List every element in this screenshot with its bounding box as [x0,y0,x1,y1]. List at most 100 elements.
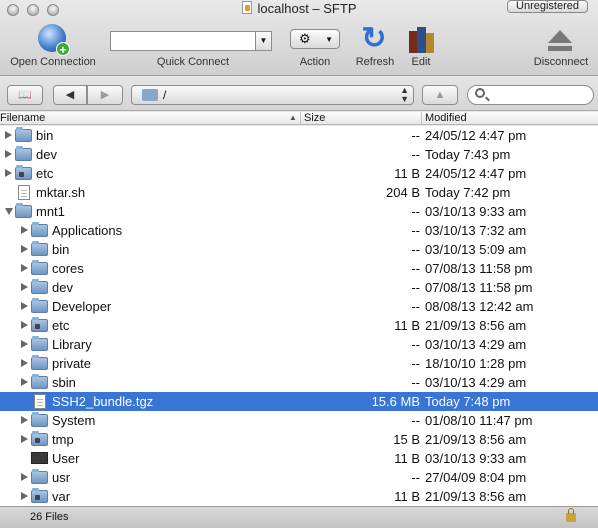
file-modified: 21/09/13 8:56 am [425,489,527,504]
file-size: -- [411,356,420,371]
file-name: usr [52,470,71,485]
list-item[interactable]: tmp 15 B 21/09/13 8:56 am [0,430,598,449]
file-name: bin [36,128,54,143]
folder-icon [31,336,48,351]
open-connection-button[interactable]: + Open Connection [0,0,106,76]
file-name: tmp [52,432,74,447]
eject-icon [548,30,572,54]
disclosure-closed-icon[interactable] [21,473,28,481]
list-item[interactable]: dev -- Today 7:43 pm [0,145,598,164]
folder-icon [31,374,48,389]
alias-folder-icon [31,488,48,503]
folder-icon [15,127,32,142]
file-size: -- [411,337,420,352]
file-icon [18,185,30,200]
disclosure-closed-icon[interactable] [21,302,28,310]
quick-connect-input[interactable] [110,31,256,51]
file-size: -- [411,223,420,238]
list-item[interactable]: mnt1 -- 03/10/13 9:33 am [0,202,598,221]
gear-icon: ⚙ [299,31,311,46]
list-item[interactable]: cores -- 07/08/13 11:58 pm [0,259,598,278]
file-name: dev [36,147,57,162]
folder-icon [31,222,48,237]
disclosure-closed-icon[interactable] [5,131,12,139]
disclosure-closed-icon[interactable] [5,150,12,158]
disclosure-closed-icon[interactable] [21,378,28,386]
file-name: var [52,489,71,504]
column-header: Filename ▲ Size Modified [0,112,598,125]
column-divider[interactable] [421,112,422,125]
file-modified: 24/05/12 4:47 pm [425,166,527,181]
lock-icon [566,508,576,522]
list-item[interactable]: bin -- 03/10/13 5:09 am [0,240,598,259]
file-name: SSH2_bundle.tgz [52,394,154,409]
file-size: -- [411,470,420,485]
list-item[interactable]: Library -- 03/10/13 4:29 am [0,335,598,354]
edit-button[interactable]: Edit [402,0,440,76]
action-menu-button[interactable]: ⚙ ▼ [290,29,340,49]
book-icon: 📖 [18,89,32,101]
disclosure-closed-icon[interactable] [21,245,28,253]
disclosure-closed-icon[interactable] [21,435,28,443]
list-item[interactable]: Developer -- 08/08/13 12:42 am [0,297,598,316]
disclosure-closed-icon[interactable] [21,264,28,272]
parent-folder-button[interactable]: ▲ [422,85,458,105]
file-count: 26 Files [30,511,69,523]
disconnect-button[interactable]: Disconnect [526,0,596,76]
disclosure-closed-icon[interactable] [21,321,28,329]
refresh-button[interactable]: ↻ Refresh [350,0,400,76]
list-item[interactable]: dev -- 07/08/13 11:58 pm [0,278,598,297]
file-size: -- [411,261,420,276]
folder-icon [31,298,48,313]
status-bar: 26 Files [0,506,598,528]
file-name: private [52,356,92,371]
back-button[interactable]: ◀ [53,85,87,105]
list-item[interactable]: etc 11 B 24/05/12 4:47 pm [0,164,598,183]
list-item[interactable]: sbin -- 03/10/13 4:29 am [0,373,598,392]
file-name: cores [52,261,84,276]
folder-icon [142,89,158,101]
file-modified: 03/10/13 4:29 am [425,337,527,352]
list-item[interactable]: private -- 18/10/10 1:28 pm [0,354,598,373]
search-field[interactable] [467,85,594,105]
file-modified: 07/08/13 11:58 pm [425,280,533,295]
chevron-down-icon: ▼ [325,35,333,44]
bookmarks-button[interactable]: 📖 [7,85,43,105]
column-divider[interactable] [300,112,301,125]
file-size: 15.6 MB [371,394,420,409]
list-item[interactable]: etc 11 B 21/09/13 8:56 am [0,316,598,335]
disclosure-closed-icon[interactable] [21,416,28,424]
file-name: etc [36,166,54,181]
window-toolbar: localhost – SFTP Unregistered + Open Con… [0,0,598,76]
file-modified: 18/10/10 1:28 pm [425,356,527,371]
disclosure-closed-icon[interactable] [21,226,28,234]
disclosure-open-icon[interactable] [5,208,13,215]
disclosure-closed-icon[interactable] [21,340,28,348]
path-select[interactable]: / ▲ ▼ [131,85,414,105]
sort-ascending-icon: ▲ [289,113,297,122]
disclosure-closed-icon[interactable] [21,283,28,291]
list-item[interactable]: usr -- 27/04/09 8:04 pm [0,468,598,487]
quick-connect-dropdown[interactable]: ▼ [255,31,272,51]
folder-icon [31,279,48,294]
list-item[interactable]: System -- 01/08/10 11:47 pm [0,411,598,430]
list-item[interactable]: Applications -- 03/10/13 7:32 am [0,221,598,240]
disclosure-closed-icon[interactable] [5,169,12,177]
file-name: bin [52,242,70,257]
list-item[interactable]: mktar.sh 204 B Today 7:42 pm [0,183,598,202]
file-name: Developer [52,299,112,314]
forward-button[interactable]: ▶ [87,85,123,105]
books-icon [407,25,435,53]
list-item[interactable]: bin -- 24/05/12 4:47 pm [0,126,598,145]
file-modified: 03/10/13 7:32 am [425,223,527,238]
list-item[interactable]: User 11 B 03/10/13 9:33 am [0,449,598,468]
refresh-icon: ↻ [361,22,387,55]
list-item[interactable]: SSH2_bundle.tgz 15.6 MB Today 7:48 pm [0,392,598,411]
file-list: bin -- 24/05/12 4:47 pm dev -- Today 7:43 pm e… [0,126,598,506]
column-size[interactable]: Size [304,112,325,124]
column-filename[interactable]: Filename [0,112,45,124]
list-item[interactable]: var 11 B 21/09/13 8:56 am [0,487,598,506]
disclosure-closed-icon[interactable] [21,359,28,367]
column-modified[interactable]: Modified [425,112,467,124]
disclosure-closed-icon[interactable] [21,492,28,500]
